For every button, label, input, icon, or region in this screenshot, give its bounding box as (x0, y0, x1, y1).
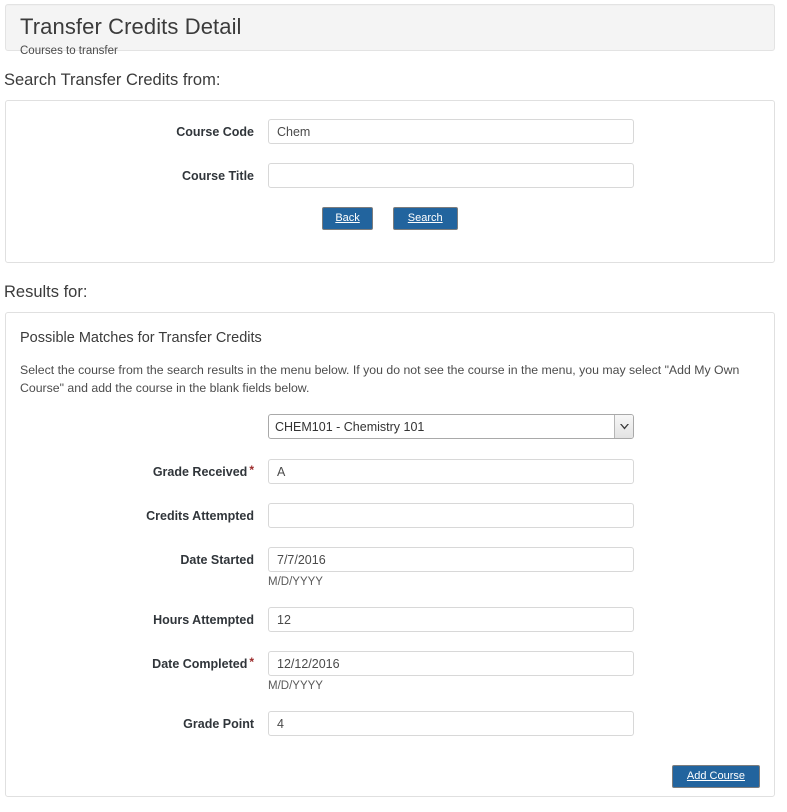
course-code-input[interactable] (268, 119, 634, 144)
results-description: Select the course from the search result… (20, 361, 764, 397)
hours-attempted-label: Hours Attempted (6, 607, 268, 633)
form-row-course-code: Course Code (6, 119, 774, 145)
grade-received-label: Grade Received* (6, 459, 268, 485)
course-select-spacer (6, 414, 268, 439)
required-asterisk-icon: * (249, 651, 254, 673)
search-button[interactable]: Search (393, 207, 458, 230)
course-title-label: Course Title (6, 163, 268, 189)
date-started-format-hint: M/D/YYYY (268, 575, 774, 589)
search-button-row: Back Search (6, 207, 774, 230)
results-panel: Possible Matches for Transfer Credits Se… (5, 312, 775, 797)
form-row-hours-attempted: Hours Attempted (6, 607, 774, 633)
course-title-input[interactable] (268, 163, 634, 188)
date-completed-label-text: Date Completed (152, 657, 247, 671)
date-started-label: Date Started (6, 547, 268, 573)
date-completed-format-hint: M/D/YYYY (268, 679, 774, 693)
add-course-button[interactable]: Add Course (672, 765, 760, 788)
required-asterisk-icon: * (249, 459, 254, 481)
results-section-heading: Results for: (4, 283, 787, 302)
form-row-date-started: Date Started M/D/YYYY (6, 547, 774, 589)
date-completed-label: Date Completed* (6, 651, 268, 677)
date-completed-input[interactable] (268, 651, 634, 676)
page-title: Transfer Credits Detail (20, 14, 760, 39)
grade-point-label: Grade Point (6, 711, 268, 737)
credits-attempted-input[interactable] (268, 503, 634, 528)
form-row-credits-attempted: Credits Attempted (6, 503, 774, 529)
course-select[interactable]: CHEM101 - Chemistry 101 (268, 414, 634, 439)
course-select-row: CHEM101 - Chemistry 101 (6, 414, 774, 439)
course-code-label: Course Code (6, 119, 268, 145)
page-header-panel: Transfer Credits Detail Courses to trans… (5, 4, 775, 51)
form-row-grade-received: Grade Received* (6, 459, 774, 485)
date-started-input[interactable] (268, 547, 634, 572)
search-form-panel: Course Code Course Title Back Search (5, 100, 775, 263)
credits-attempted-label: Credits Attempted (6, 503, 268, 529)
hours-attempted-input[interactable] (268, 607, 634, 632)
grade-received-label-text: Grade Received (153, 465, 248, 479)
grade-received-input[interactable] (268, 459, 634, 484)
search-section-heading: Search Transfer Credits from: (4, 71, 787, 90)
grade-point-input[interactable] (268, 711, 634, 736)
possible-matches-title: Possible Matches for Transfer Credits (20, 329, 774, 347)
form-row-course-title: Course Title (6, 163, 774, 189)
page-subtitle: Courses to transfer (20, 44, 760, 58)
add-course-button-row: Add Course (6, 765, 774, 788)
form-row-grade-point: Grade Point (6, 711, 774, 737)
back-button[interactable]: Back (322, 207, 372, 230)
form-row-date-completed: Date Completed* M/D/YYYY (6, 651, 774, 693)
